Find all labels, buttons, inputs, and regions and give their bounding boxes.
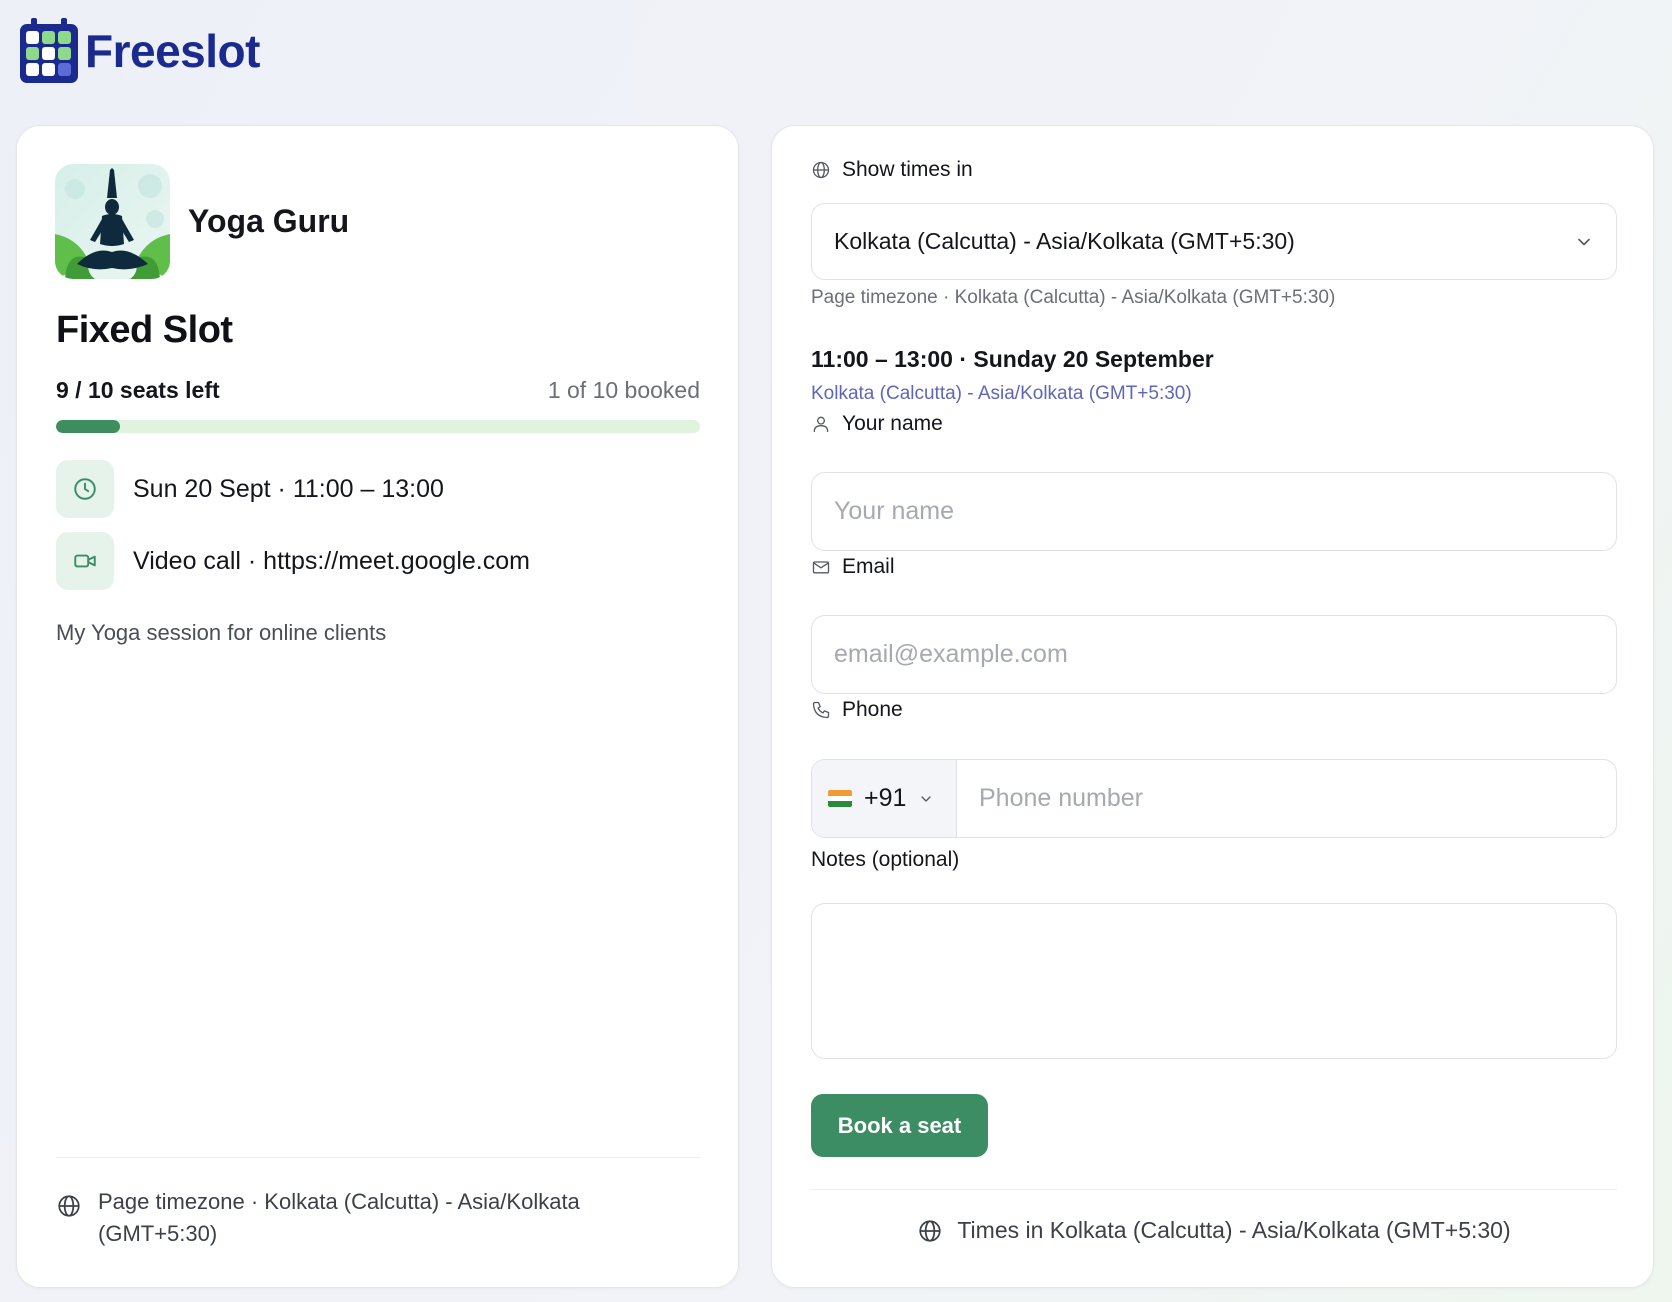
freeslot-logo[interactable]: Freeslot — [19, 18, 260, 84]
slot-timezone: Kolkata (Calcutta) - Asia/Kolkata (GMT+5… — [811, 383, 1192, 404]
show-times-label: Show times in — [811, 158, 973, 182]
video-camera-icon — [56, 532, 114, 590]
mail-icon — [812, 561, 830, 574]
event-datetime-text: Sun 20 Sept · 11:00 – 13:00 — [133, 474, 444, 503]
host-name: Yoga Guru — [188, 203, 350, 239]
globe-icon — [812, 161, 830, 179]
notes-label: Notes (optional) — [811, 848, 960, 871]
times-footer: Times in Kolkata (Calcutta) - Asia/Kolka… — [811, 1217, 1617, 1244]
event-datetime: Sun 20 Sept · 11:00 – 13:00 — [56, 460, 444, 518]
timezone-select[interactable]: Kolkata (Calcutta) - Asia/Kolkata (GMT+5… — [811, 203, 1617, 280]
globe-icon — [58, 1195, 80, 1217]
chevron-down-icon — [921, 795, 932, 802]
phone-input-placeholder: Phone number — [979, 784, 1144, 812]
seats-progress-fill — [56, 420, 121, 433]
booking-form-card: Show times in Kolkata (Calcutta) - Asia/… — [771, 125, 1654, 1288]
notes-textarea[interactable] — [811, 903, 1617, 1059]
seats-summary: 9 / 10 seats left 1 of 10 booked — [56, 377, 700, 404]
yoga-pose-icon — [55, 164, 170, 279]
event-location: Video call · https://meet.google.com — [56, 532, 530, 590]
seats-left: 9 / 10 seats left — [56, 377, 220, 403]
host-avatar — [55, 164, 170, 279]
divider — [811, 1189, 1617, 1190]
event-details-card: Yoga Guru Fixed Slot 9 / 10 seats left 1… — [16, 125, 739, 1288]
calendar-grid-icon — [20, 18, 78, 83]
email-label: Email — [811, 555, 895, 579]
email-input[interactable]: email@example.com — [811, 615, 1617, 694]
globe-icon — [919, 1219, 941, 1242]
email-input-placeholder: email@example.com — [834, 640, 1068, 668]
india-flag-icon — [828, 790, 852, 807]
event-title: Fixed Slot — [56, 309, 233, 351]
brand-name: Freeslot — [85, 25, 260, 77]
page-timezone-text: Page timezone · Kolkata (Calcutta) - Asi… — [98, 1189, 580, 1246]
timezone-select-value: Kolkata (Calcutta) - Asia/Kolkata (GMT+5… — [834, 228, 1295, 254]
phone-label: Phone — [811, 698, 903, 722]
phone-icon — [812, 701, 830, 719]
clock-icon — [56, 460, 114, 518]
seats-booked: 1 of 10 booked — [547, 377, 700, 403]
book-seat-button[interactable]: Book a seat — [811, 1094, 988, 1157]
name-input[interactable]: Your name — [811, 472, 1617, 551]
page-timezone-footer: Page timezone · Kolkata (Calcutta) - Asi… — [56, 1186, 700, 1250]
event-description: My Yoga session for online clients — [56, 620, 387, 645]
country-code-select[interactable]: +91 — [812, 760, 957, 837]
country-code-value: +91 — [864, 784, 907, 812]
slot-title: 11:00 – 13:00 · Sunday 20 September — [811, 346, 1214, 372]
times-footer-text: Times in Kolkata (Calcutta) - Asia/Kolka… — [957, 1217, 1511, 1243]
page-timezone-hint: Page timezone · Kolkata (Calcutta) - Asi… — [811, 287, 1336, 308]
phone-input[interactable]: Phone number — [957, 760, 1143, 837]
seats-progress-bar — [56, 420, 700, 433]
chevron-down-icon — [1578, 238, 1590, 245]
divider — [56, 1157, 700, 1158]
user-icon — [813, 416, 829, 433]
host-info: Yoga Guru — [55, 164, 349, 279]
name-label: Your name — [811, 412, 943, 436]
event-location-text: Video call · https://meet.google.com — [133, 546, 530, 575]
name-input-placeholder: Your name — [834, 497, 954, 525]
phone-field: +91 Phone number — [811, 759, 1617, 838]
